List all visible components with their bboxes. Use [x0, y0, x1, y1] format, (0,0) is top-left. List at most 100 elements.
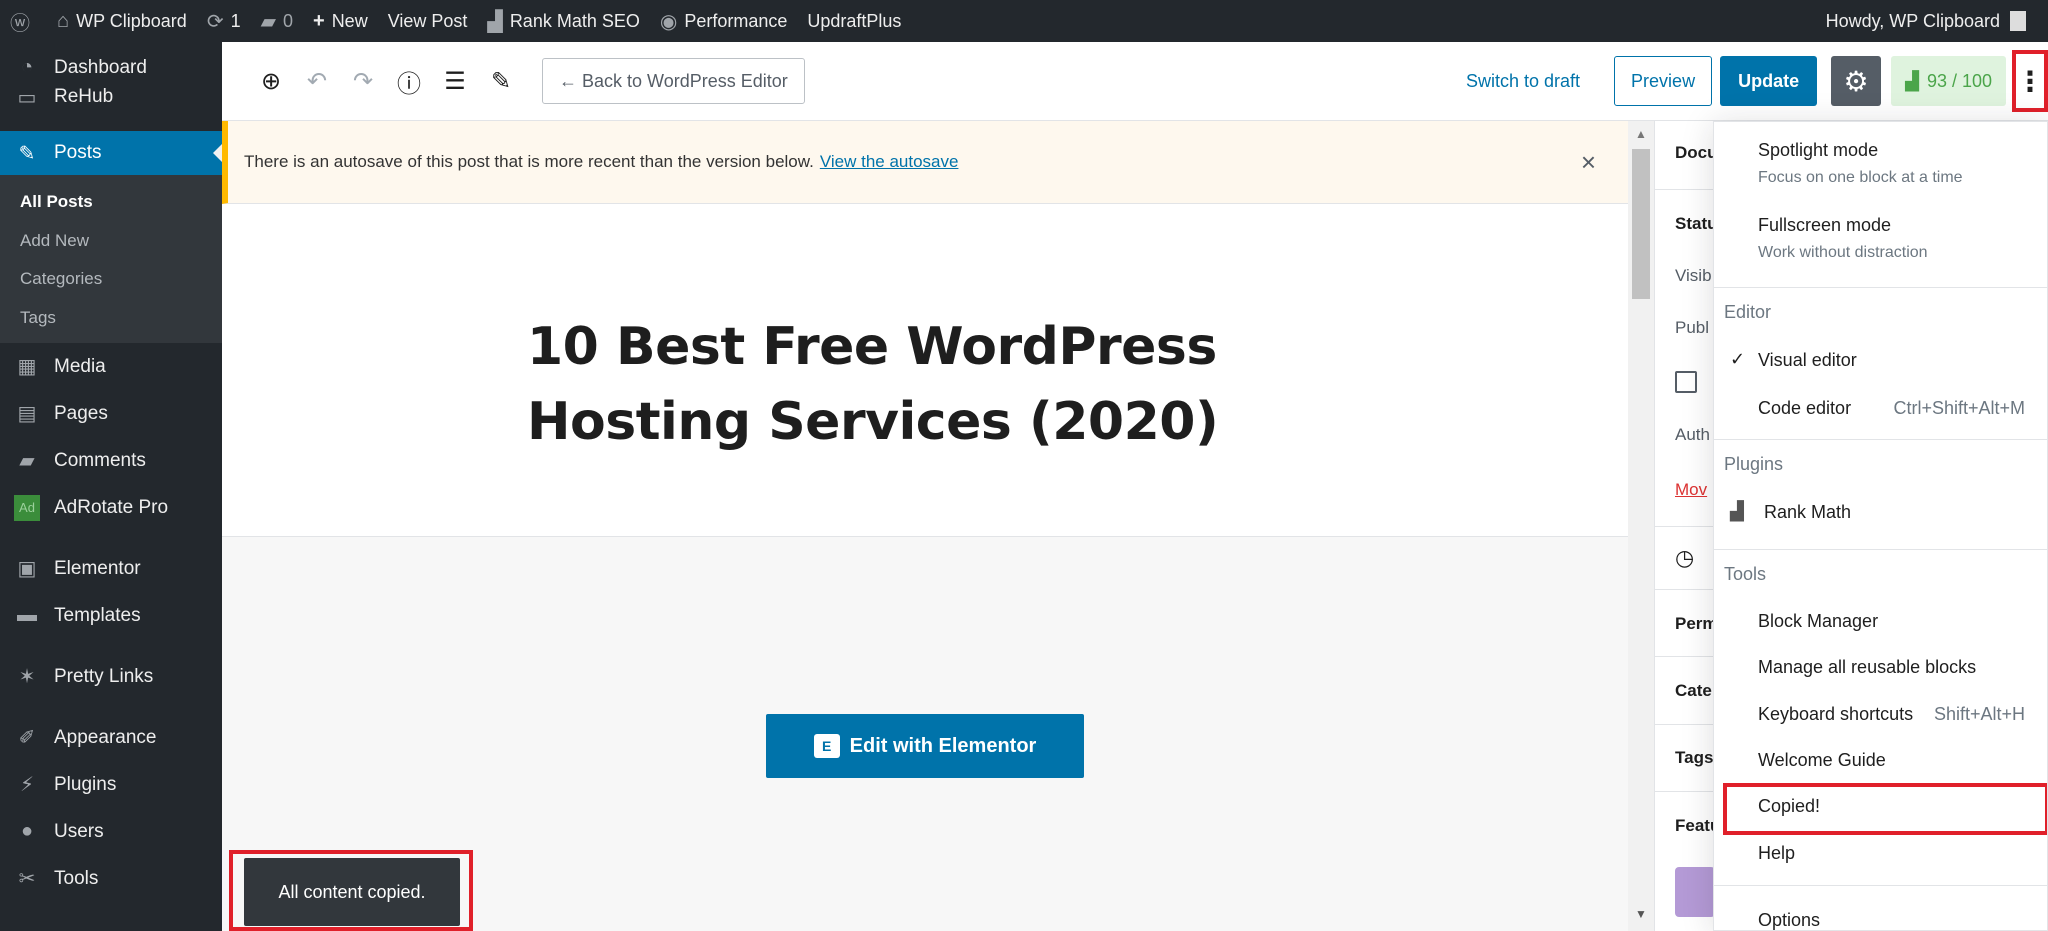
- list-icon: ☰: [444, 67, 466, 95]
- menu-block-manager[interactable]: Block Manager: [1758, 611, 1878, 632]
- wordpress-logo[interactable]: ⓦ: [0, 0, 47, 42]
- featured-image-thumb[interactable]: [1675, 867, 1715, 917]
- menu-group-editor: Editor: [1724, 302, 1772, 322]
- sidebar-item-rehub[interactable]: ▭ ReHub: [0, 79, 222, 115]
- submenu-all-posts[interactable]: All Posts: [0, 183, 222, 222]
- view-autosave-link[interactable]: View the autosave: [820, 152, 959, 172]
- view-post-link[interactable]: View Post: [378, 0, 478, 42]
- menu-spotlight-mode[interactable]: Spotlight mode: [1758, 140, 1878, 161]
- fullscreen-description: Work without distraction: [1758, 244, 1928, 261]
- site-name-link[interactable]: ⌂ WP Clipboard: [47, 0, 197, 42]
- performance-link[interactable]: ◉ Performance: [650, 0, 798, 42]
- menu-group-tools: Tools: [1724, 564, 1767, 584]
- new-content-link[interactable]: + New: [303, 0, 378, 42]
- scroll-up-icon[interactable]: ▲: [1635, 127, 1647, 141]
- menu-code-editor[interactable]: Code editor: [1758, 398, 1851, 419]
- tab-document[interactable]: Docu: [1675, 143, 1718, 163]
- block-navigation-button[interactable]: ☰: [434, 60, 476, 102]
- sidebar-item-users[interactable]: ● Users: [0, 808, 222, 855]
- add-block-button[interactable]: ⊕: [250, 60, 292, 102]
- sidebar-item-media[interactable]: ▦ Media: [0, 343, 222, 390]
- sidebar-item-posts[interactable]: ✎ Posts: [0, 131, 222, 175]
- submenu-add-new[interactable]: Add New: [0, 222, 222, 261]
- categories-panel-title[interactable]: Cate: [1675, 681, 1712, 701]
- back-to-wordpress-editor-button[interactable]: ← Back to WordPress Editor: [542, 58, 805, 104]
- menu-copy-all-content[interactable]: Copied!: [1758, 796, 1820, 817]
- tags-panel-title[interactable]: Tags: [1675, 748, 1713, 768]
- menu-separator: [1714, 287, 2047, 288]
- elementor-icon: E: [813, 734, 840, 758]
- switch-to-draft-button[interactable]: Switch to draft: [1466, 71, 1580, 92]
- sticky-checkbox[interactable]: [1675, 371, 1697, 393]
- sidebar-item-label: ReHub: [54, 86, 114, 107]
- menu-manage-reusable-blocks[interactable]: Manage all reusable blocks: [1758, 657, 1976, 678]
- comments-link[interactable]: ▰ 0: [251, 0, 303, 42]
- view-post-label: View Post: [387, 10, 468, 31]
- sidebar-item-label: Elementor: [54, 557, 141, 579]
- sidebar-item-tools[interactable]: ✂ Tools: [0, 855, 222, 902]
- sidebar-item-elementor[interactable]: ▣ Elementor: [0, 545, 222, 592]
- sidebar-item-appearance[interactable]: ✐ Appearance: [0, 714, 222, 761]
- scroll-thumb[interactable]: [1632, 149, 1650, 299]
- menu-options[interactable]: Options: [1758, 910, 1820, 930]
- menu-separator: [1714, 439, 2047, 440]
- edit-with-elementor-button[interactable]: E Edit with Elementor: [766, 714, 1084, 778]
- menu-keyboard-shortcuts[interactable]: Keyboard shortcuts: [1758, 704, 1913, 725]
- pin-icon: ✎: [18, 142, 36, 165]
- post-title[interactable]: 10 Best Free WordPress Hosting Services …: [527, 310, 1427, 460]
- permalink-panel-title[interactable]: Perm: [1675, 614, 1718, 634]
- move-to-trash-link[interactable]: Mov: [1675, 480, 1707, 500]
- menu-welcome-guide[interactable]: Welcome Guide: [1758, 750, 1886, 771]
- sidebar-item-label: Pretty Links: [54, 665, 154, 687]
- history-icon[interactable]: ◷: [1675, 545, 1694, 571]
- close-icon[interactable]: ×: [1581, 147, 1596, 178]
- undo-button[interactable]: ↶: [296, 60, 338, 102]
- sidebar-item-templates[interactable]: ▬ Templates: [0, 592, 222, 639]
- updates-link[interactable]: ⟳ 1: [197, 0, 251, 42]
- snackbar-notice[interactable]: All content copied.: [244, 858, 460, 926]
- monitor-icon: ▭: [17, 86, 37, 109]
- performance-label: Performance: [684, 10, 788, 31]
- notice-text: There is an autosave of this post that i…: [244, 152, 814, 171]
- settings-button[interactable]: ⚙: [1831, 56, 1882, 106]
- header-actions: Switch to draft Preview Update ⚙ ▟ 93 / 1…: [1466, 42, 2048, 121]
- edit-mode-button[interactable]: ✎: [480, 60, 522, 102]
- rank-math-link[interactable]: ▟ Rank Math SEO: [477, 0, 649, 42]
- submenu-tags[interactable]: Tags: [0, 299, 222, 338]
- sidebar-item-label: Appearance: [54, 726, 157, 748]
- posts-submenu: All Posts Add New Categories Tags: [0, 175, 222, 343]
- status-panel-title[interactable]: Statu: [1675, 214, 1718, 234]
- sidebar-item-comments[interactable]: ▰ Comments: [0, 437, 222, 484]
- content-info-button[interactable]: ⓘ: [388, 60, 430, 102]
- menu-help[interactable]: Help: [1758, 843, 1795, 864]
- more-tools-menu: Spotlight mode Focus on one block at a t…: [1713, 121, 2048, 931]
- rank-math-label: Rank Math SEO: [509, 10, 640, 31]
- scroll-down-icon[interactable]: ▼: [1635, 907, 1647, 921]
- sidebar-item-label: Pages: [54, 402, 108, 424]
- home-icon: ⌂: [57, 9, 70, 32]
- plus-circle-icon: ⊕: [260, 67, 282, 95]
- sidebar-item-pretty-links[interactable]: ✶ Pretty Links: [0, 653, 222, 700]
- canvas-scrollbar[interactable]: ▲ ▼: [1628, 121, 1654, 931]
- menu-separator: [1714, 885, 2047, 886]
- rank-math-score-button[interactable]: ▟ 93 / 100: [1891, 56, 2006, 106]
- redo-button[interactable]: ↷: [342, 60, 384, 102]
- wordpress-icon: ⓦ: [10, 12, 30, 35]
- menu-rank-math[interactable]: Rank Math: [1764, 502, 1851, 523]
- more-tools-button[interactable]: ⋮: [2012, 50, 2048, 112]
- menu-visual-editor[interactable]: Visual editor: [1758, 350, 1857, 371]
- vertical-ellipsis-icon: ⋮: [2016, 65, 2044, 97]
- publish-label: Publ: [1675, 318, 1710, 337]
- rankmath-icon: ▟: [487, 10, 503, 33]
- preview-button[interactable]: Preview: [1614, 56, 1713, 106]
- sidebar-item-adrotate[interactable]: Ad AdRotate Pro: [0, 484, 222, 531]
- submenu-categories[interactable]: Categories: [0, 260, 222, 299]
- pages-icon: ▤: [17, 403, 37, 425]
- updraftplus-link[interactable]: UpdraftPlus: [797, 0, 911, 42]
- menu-fullscreen-mode[interactable]: Fullscreen mode: [1758, 215, 1891, 236]
- sidebar-item-pages[interactable]: ▤ Pages: [0, 390, 222, 437]
- my-account[interactable]: Howdy, WP Clipboard: [1826, 11, 2048, 32]
- sidebar-item-plugins[interactable]: ⚡ Plugins: [0, 761, 222, 808]
- sidebar-item-label: Media: [54, 355, 106, 377]
- update-button[interactable]: Update: [1720, 56, 1818, 106]
